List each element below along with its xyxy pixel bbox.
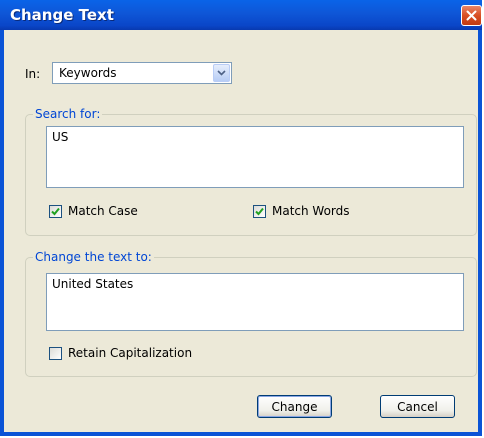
match-words-label[interactable]: Match Words	[272, 204, 350, 218]
checkmark-icon	[51, 207, 60, 216]
dialog-window: Change Text In: Keywords Search for: US	[0, 0, 482, 436]
match-case-label[interactable]: Match Case	[68, 204, 138, 218]
title-bar[interactable]: Change Text	[0, 0, 482, 30]
chevron-down-icon	[217, 70, 226, 76]
search-input[interactable]: US	[46, 126, 464, 188]
match-words-checkbox[interactable]	[253, 205, 266, 218]
change-button[interactable]: Change	[257, 395, 332, 418]
change-text-legend: Change the text to:	[33, 250, 154, 264]
checkmark-icon	[255, 207, 264, 216]
change-text-input[interactable]: United States	[46, 273, 464, 331]
search-input-text: US	[52, 130, 69, 144]
in-label: In:	[25, 67, 41, 81]
dialog-body: In: Keywords Search for: US Match Case M…	[4, 30, 478, 432]
cancel-button[interactable]: Cancel	[380, 395, 455, 418]
retain-capitalization-checkbox[interactable]	[49, 347, 62, 360]
close-icon	[466, 10, 477, 21]
change-text-input-text: United States	[52, 277, 134, 291]
dropdown-button[interactable]	[213, 64, 230, 82]
close-button[interactable]	[461, 5, 482, 26]
in-dropdown-value: Keywords	[59, 66, 117, 80]
change-button-label: Change	[271, 399, 318, 414]
retain-capitalization-label[interactable]: Retain Capitalization	[68, 346, 192, 360]
cancel-button-label: Cancel	[397, 399, 438, 414]
window-title: Change Text	[10, 6, 114, 24]
match-case-checkbox[interactable]	[49, 205, 62, 218]
search-for-legend: Search for:	[33, 107, 103, 121]
in-dropdown[interactable]: Keywords	[52, 62, 232, 84]
